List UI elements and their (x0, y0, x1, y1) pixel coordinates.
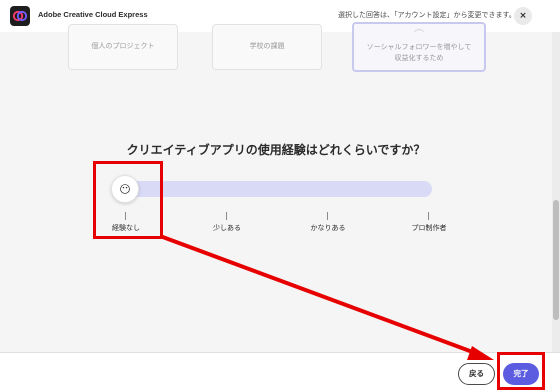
annotation-arrow (159, 234, 494, 360)
